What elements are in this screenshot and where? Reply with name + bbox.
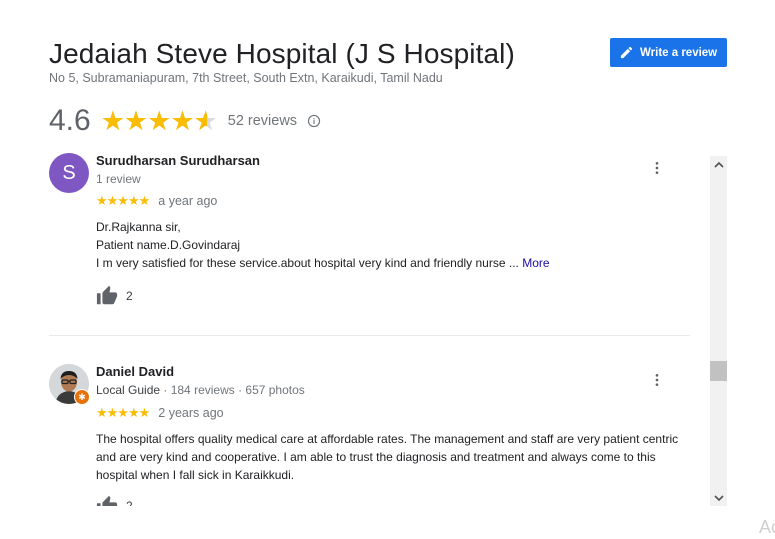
review-divider — [49, 335, 690, 336]
review-text: The hospital offers quality medical care… — [96, 432, 679, 482]
reviewer-name[interactable]: Surudharsan Surudharsan — [96, 153, 260, 168]
more-link[interactable]: More — [522, 256, 549, 270]
local-guide-badge-icon: ✱ — [74, 389, 90, 405]
rating-summary: 4.6 ★★★★★ ★★★★★ 52 reviews — [49, 104, 321, 138]
review-stars: ★★★★★ — [96, 193, 150, 208]
reviewer-meta: Local Guide · 184 reviews · 657 photos — [96, 383, 305, 397]
activate-watermark: Ac — [759, 517, 775, 537]
like-count: 2 — [126, 499, 133, 506]
like-button[interactable]: 2 — [96, 495, 133, 506]
place-address: No 5, Subramaniapuram, 7th Street, South… — [49, 71, 443, 85]
review-line-text: I m very satisfied for these service.abo… — [96, 256, 519, 270]
thumbs-up-icon — [96, 495, 118, 506]
review-line: Dr.Rajkanna sir, — [96, 220, 181, 234]
review-line: I m very satisfied for these service.abo… — [96, 254, 686, 272]
avatar[interactable]: S — [49, 153, 89, 193]
scroll-up-button[interactable] — [710, 156, 727, 173]
review-count[interactable]: 52 reviews — [228, 113, 297, 129]
reviewer-meta: 1 review — [96, 172, 141, 186]
review-list[interactable]: S Surudharsan Surudharsan 1 review ★★★★★… — [49, 150, 704, 506]
thumbs-up-icon — [96, 285, 118, 305]
average-stars-filled: ★★★★★ — [100, 107, 208, 135]
chevron-down-icon — [713, 494, 724, 501]
scroll-down-button[interactable] — [710, 489, 727, 506]
more-vert-icon[interactable] — [649, 372, 665, 388]
review-scrollbar[interactable] — [710, 156, 727, 506]
local-guide-label: Local Guide — [96, 383, 161, 397]
like-button[interactable]: 2 — [96, 285, 133, 307]
average-stars: ★★★★★ ★★★★★ — [100, 107, 218, 135]
review-date: a year ago — [158, 194, 218, 208]
info-icon[interactable] — [307, 114, 321, 128]
review-rating: ★★★★★ a year ago — [96, 193, 217, 209]
reviewer-stats: · 184 reviews · 657 photos — [160, 383, 305, 397]
write-review-label: Write a review — [640, 46, 718, 59]
review-text: Dr.Rajkanna sir, Patient name.D.Govindar… — [96, 218, 686, 272]
pencil-icon — [620, 46, 633, 59]
write-review-button[interactable]: Write a review — [610, 38, 727, 67]
review-rating: ★★★★★ 2 years ago — [96, 405, 224, 421]
reviewer-name[interactable]: Daniel David — [96, 364, 174, 379]
review-date: 2 years ago — [158, 406, 224, 420]
like-count: 2 — [126, 289, 133, 303]
place-title: Jedaiah Steve Hospital (J S Hospital) — [49, 38, 515, 69]
more-vert-icon[interactable] — [649, 160, 665, 176]
review-line: Patient name.D.Govindaraj — [96, 238, 241, 252]
average-rating: 4.6 — [49, 104, 91, 137]
review-stars: ★★★★★ — [96, 405, 150, 420]
chevron-up-icon — [713, 161, 724, 168]
scrollbar-thumb[interactable] — [710, 361, 727, 381]
